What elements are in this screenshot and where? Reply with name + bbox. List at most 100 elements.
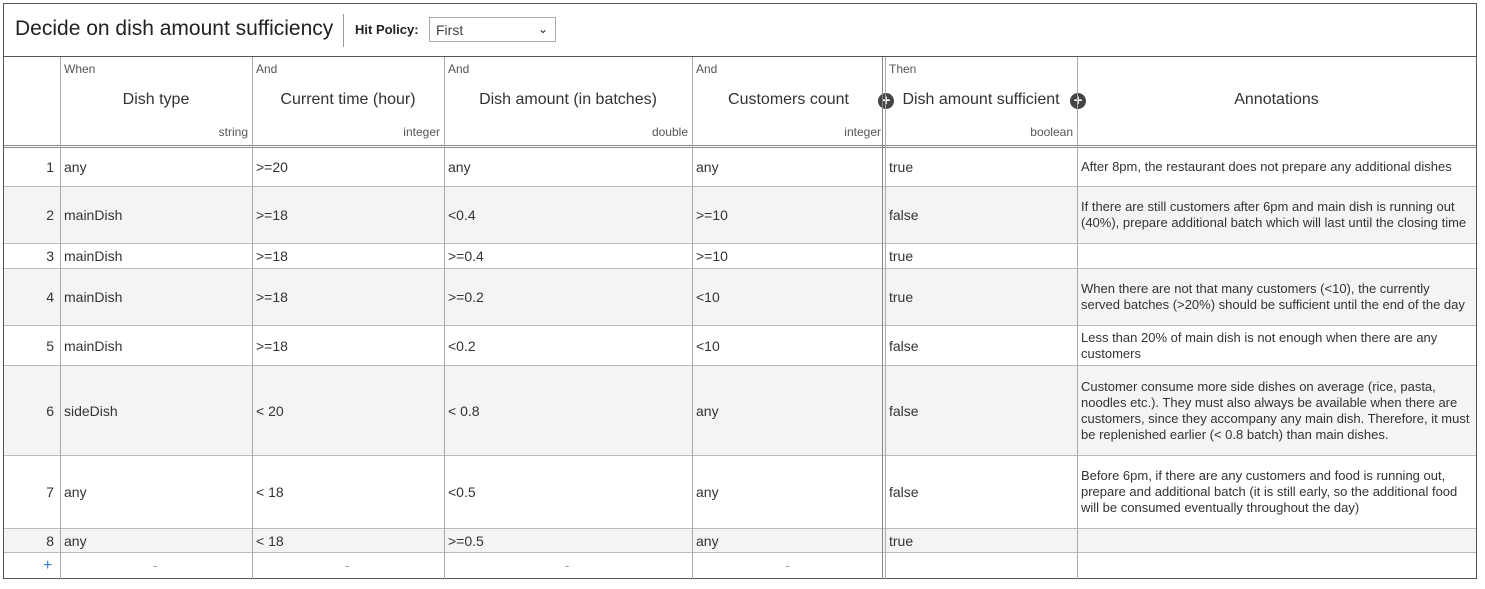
input-column-current-time-header[interactable]: And Current time (hour) integer: [252, 57, 444, 145]
rule-cell[interactable]: >=0.2: [444, 269, 692, 325]
input-column-dish-amount-header[interactable]: And Dish amount (in batches) double: [444, 57, 692, 145]
title-bar: Decide on dish amount sufficiency Hit Po…: [4, 4, 1476, 57]
rule-cell[interactable]: any: [692, 147, 885, 186]
column-divider: [60, 57, 61, 579]
rule-cell[interactable]: < 18: [252, 529, 444, 552]
row-number: 2: [46, 207, 54, 223]
table-title[interactable]: Decide on dish amount sufficiency: [15, 17, 333, 41]
row-number: 5: [46, 337, 54, 354]
rule-cell[interactable]: mainDish: [60, 326, 252, 365]
add-input-column-icon[interactable]: +: [878, 93, 894, 109]
row-number: 3: [46, 248, 54, 264]
rule-cell[interactable]: mainDish: [60, 187, 252, 243]
column-name[interactable]: Annotations: [1077, 91, 1476, 109]
column-kind-label: When: [64, 62, 96, 76]
column-name[interactable]: Customers count: [692, 91, 885, 109]
annotation-cell[interactable]: Customer consume more side dishes on ave…: [1077, 366, 1476, 455]
column-divider: [692, 57, 693, 579]
rule-cell[interactable]: <10: [692, 269, 885, 325]
annotation-cell[interactable]: [1077, 529, 1476, 552]
rule-cell[interactable]: any: [444, 147, 692, 186]
rule-cell[interactable]: >=10: [692, 187, 885, 243]
rule-cell[interactable]: >=18: [252, 269, 444, 325]
row-number: 1: [46, 158, 54, 175]
add-output-column-icon[interactable]: +: [1070, 93, 1086, 109]
column-name[interactable]: Current time (hour): [252, 91, 444, 109]
column-divider: [252, 57, 253, 579]
rule-cell[interactable]: false: [885, 326, 1077, 365]
rule-cell[interactable]: any: [60, 147, 252, 186]
rule-cell[interactable]: <0.5: [444, 456, 692, 528]
rule-cell[interactable]: >=18: [252, 244, 444, 268]
input-column-dish-type-header[interactable]: When Dish type string: [60, 57, 252, 145]
rule-cell[interactable]: true: [885, 529, 1077, 552]
rule-cell[interactable]: >=10: [692, 244, 885, 268]
column-kind-label: And: [696, 62, 718, 76]
rule-cell[interactable]: >=18: [252, 326, 444, 365]
rule-cell[interactable]: any: [60, 456, 252, 528]
table-row: 1 any >=20 any any true After 8pm, the restaur…: [4, 147, 1476, 187]
title-divider: [343, 14, 344, 47]
rule-cell[interactable]: <0.2: [444, 326, 692, 365]
table-row: 6 sideDish < 20 < 0.8 any false Customer consu…: [4, 366, 1476, 456]
rule-cell[interactable]: mainDish: [60, 244, 252, 268]
chevron-down-icon: ⌄: [537, 22, 548, 36]
add-rule-button[interactable]: +: [43, 557, 52, 575]
row-number: 8: [46, 532, 54, 549]
column-divider: [1077, 57, 1078, 579]
row-number: 4: [46, 289, 54, 305]
column-divider: [885, 57, 886, 579]
rule-cell[interactable]: < 18: [252, 456, 444, 528]
column-name[interactable]: Dish amount sufficient: [885, 91, 1077, 109]
rule-cell[interactable]: any: [60, 529, 252, 552]
rule-cell[interactable]: <10: [692, 326, 885, 365]
annotation-cell[interactable]: After 8pm, the restaurant does not prepa…: [1077, 147, 1476, 186]
rule-cell[interactable]: >=0.5: [444, 529, 692, 552]
output-column-dish-amount-sufficient-header[interactable]: Then Dish amount sufficient boolean: [885, 57, 1077, 145]
column-type: boolean: [1030, 125, 1073, 139]
rule-cell[interactable]: false: [885, 187, 1077, 243]
annotation-cell[interactable]: When there are not that many customers (…: [1077, 269, 1476, 325]
rule-cell[interactable]: true: [885, 244, 1077, 268]
header-divider: [4, 145, 1476, 146]
rule-cell[interactable]: < 20: [252, 366, 444, 455]
rule-cell[interactable]: >=0.4: [444, 244, 692, 268]
column-type: integer: [844, 125, 881, 139]
rule-cell[interactable]: true: [885, 269, 1077, 325]
column-type: string: [218, 125, 248, 139]
table-row: 2 mainDish >=18 <0.4 >=10 false If there are s…: [4, 187, 1476, 244]
rule-cell[interactable]: >=20: [252, 147, 444, 186]
output-divider: [882, 57, 883, 579]
column-kind-label: And: [448, 62, 470, 76]
row-number: 7: [46, 484, 54, 500]
annotation-cell[interactable]: Before 6pm, if there are any customers a…: [1077, 456, 1476, 528]
row-number: 6: [46, 402, 54, 419]
rule-cell[interactable]: mainDish: [60, 269, 252, 325]
input-column-customers-count-header[interactable]: And Customers count integer: [692, 57, 885, 145]
hit-policy-select[interactable]: First ⌄: [429, 17, 556, 42]
decision-table: Decide on dish amount sufficiency Hit Po…: [3, 3, 1477, 579]
rule-cell[interactable]: <0.4: [444, 187, 692, 243]
rule-cell[interactable]: any: [692, 366, 885, 455]
column-type: integer: [403, 125, 440, 139]
rule-cell[interactable]: false: [885, 366, 1077, 455]
column-name[interactable]: Dish amount (in batches): [444, 91, 692, 109]
rule-cell[interactable]: >=18: [252, 187, 444, 243]
annotation-cell[interactable]: [1077, 244, 1476, 268]
rule-cell[interactable]: any: [692, 456, 885, 528]
annotation-cell[interactable]: If there are still customers after 6pm a…: [1077, 187, 1476, 243]
table-row: 8 any < 18 >=0.5 any true: [4, 529, 1476, 553]
rule-cell[interactable]: sideDish: [60, 366, 252, 455]
annotations-column-header[interactable]: Annotations: [1077, 57, 1476, 145]
column-name[interactable]: Dish type: [60, 91, 252, 109]
column-kind-label: And: [256, 62, 278, 76]
rule-cell[interactable]: any: [692, 529, 885, 552]
column-kind-label: Then: [889, 62, 917, 76]
rule-cell[interactable]: false: [885, 456, 1077, 528]
empty-cell-dash: -: [345, 558, 350, 573]
annotation-cell[interactable]: Less than 20% of main dish is not enough…: [1077, 326, 1476, 365]
table-row: 7 any < 18 <0.5 any false Before 6pm, if there…: [4, 456, 1476, 529]
empty-cell-dash: -: [785, 558, 790, 573]
rule-cell[interactable]: true: [885, 147, 1077, 186]
rule-cell[interactable]: < 0.8: [444, 366, 692, 455]
